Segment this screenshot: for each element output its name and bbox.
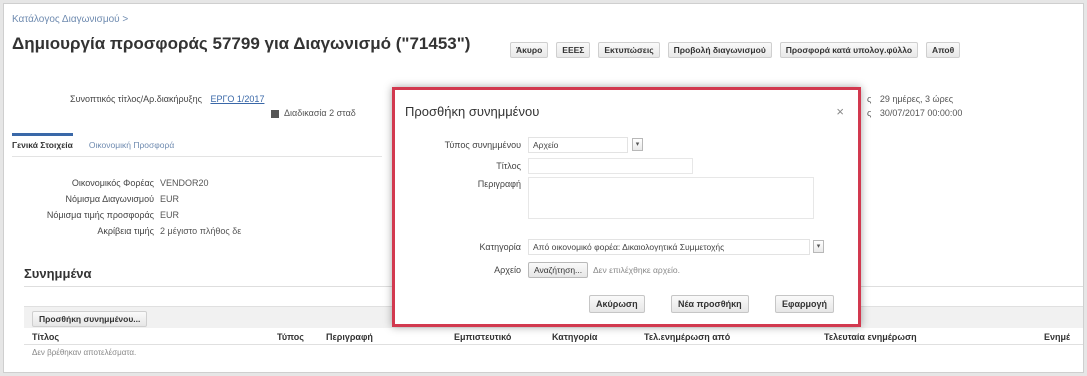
toolbar: Άκυρο ΕΕΕΣ Εκτυπώσεις Προβολή διαγωνισμο…	[510, 42, 961, 58]
field-value: EUR	[160, 210, 180, 220]
add-attachment-button[interactable]: Προσθήκη συνημμένου...	[32, 311, 148, 327]
summary-row: Συνοπτικός τίτλος/Αρ.διακήρυξης ΕΡΓΟ 1/2…	[70, 94, 264, 104]
tab-divider	[12, 156, 382, 157]
page-frame: Κατάλογος Διαγωνισμού > Δημιουργία προσφ…	[3, 3, 1084, 373]
attachments-table-header: Τίτλος Τύπος Περιγραφή Εμπιστευτικό Κατη…	[24, 329, 1083, 345]
summary-right-1-value: 29 ημέρες, 3 ώρες	[879, 94, 954, 104]
print-button[interactable]: Εκτυπώσεις	[598, 42, 660, 58]
col-description[interactable]: Περιγραφή	[326, 332, 373, 342]
type-label: Τύπος συνημμένου	[444, 140, 521, 150]
offer-spreadsheet-button[interactable]: Προσφορά κατά υπολογ.φύλλο	[779, 42, 919, 58]
field-vendor: Οικονομικός Φορέας VENDOR20	[12, 178, 209, 188]
browse-button[interactable]: Αναζήτηση...	[528, 262, 589, 278]
col-title[interactable]: Τίτλος	[32, 332, 59, 342]
add-new-button[interactable]: Νέα προσθήκη	[671, 295, 749, 313]
title-input[interactable]	[528, 158, 693, 174]
add-attachment-dialog: Προσθήκη συνημμένου × Τύπος συνημμένου Α…	[392, 87, 861, 327]
field-price-precision: Ακρίβεια τιμής 2 μέγιστο πλήθος δε	[12, 226, 241, 236]
dialog-title: Προσθήκη συνημμένου	[405, 104, 540, 119]
category-select[interactable]: Από οικονομικό φορέα: Δικαιολογητικά Συμ…	[528, 239, 810, 255]
summary-right-2: ς 30/07/2017 00:00:00	[867, 108, 962, 118]
summary-label: Συνοπτικός τίτλος/Αρ.διακήρυξης	[70, 94, 202, 104]
summary-right-2-label: ς	[867, 108, 872, 118]
description-textarea[interactable]	[528, 177, 814, 219]
close-icon[interactable]: ×	[836, 104, 844, 119]
summary-right-1-label: ς	[867, 94, 872, 104]
checkbox-icon[interactable]	[271, 109, 279, 118]
summary-link[interactable]: ΕΡΓΟ 1/2017	[210, 94, 264, 104]
title-label: Τίτλος	[496, 161, 521, 171]
field-label: Νόμισμα Διαγωνισμού	[65, 194, 154, 204]
chevron-down-icon[interactable]: ▾	[813, 240, 824, 253]
cancel-button[interactable]: Ακύρωση	[589, 295, 645, 313]
description-label: Περιγραφή	[477, 179, 521, 189]
breadcrumb[interactable]: Κατάλογος Διαγωνισμού >	[12, 14, 128, 25]
save-button[interactable]: Αποθ	[926, 42, 961, 58]
apply-button[interactable]: Εφαρμογή	[775, 295, 835, 313]
two-stage-label: Διαδικασία 2 σταδ	[284, 108, 356, 118]
cancel-toolbar-button[interactable]: Άκυρο	[510, 42, 549, 58]
view-tender-button[interactable]: Προβολή διαγωνισμού	[667, 42, 772, 58]
field-value: VENDOR20	[160, 178, 209, 188]
col-confidential[interactable]: Εμπιστευτικό	[454, 332, 511, 342]
col-last-updated-by[interactable]: Τελ.ενημέρωση από	[644, 332, 730, 342]
field-value: EUR	[160, 194, 180, 204]
col-category[interactable]: Κατηγορία	[552, 332, 597, 342]
field-offer-currency: Νόμισμα τιμής προσφοράς EUR	[12, 210, 179, 220]
two-stage-row: Διαδικασία 2 σταδ	[271, 108, 356, 118]
attachments-title: Συνημμένα	[24, 266, 92, 281]
attachment-type-select[interactable]: Αρχείο	[528, 137, 628, 153]
no-file-text: Δεν επιλέχθηκε αρχείο.	[593, 265, 680, 275]
col-update[interactable]: Ενημέ	[1044, 332, 1070, 342]
field-value: 2 μέγιστο πλήθος δε	[160, 226, 242, 236]
summary-right-1: ς 29 ημέρες, 3 ώρες	[867, 94, 953, 104]
col-last-updated[interactable]: Τελευταία ενημέρωση	[824, 332, 917, 342]
tab-financial-offer[interactable]: Οικονομική Προσφορά	[89, 140, 174, 154]
field-label: Νόμισμα τιμής προσφοράς	[46, 210, 154, 220]
col-type[interactable]: Τύπος	[277, 332, 304, 342]
page-title: Δημιουργία προσφοράς 57799 για Διαγωνισμ…	[12, 34, 471, 53]
eees-button[interactable]: ΕΕΕΣ	[556, 42, 591, 58]
tab-general[interactable]: Γενικά Στοιχεία	[12, 133, 73, 154]
field-label: Οικονομικός Φορέας	[71, 178, 154, 188]
field-tender-currency: Νόμισμα Διαγωνισμού EUR	[12, 194, 179, 204]
chevron-down-icon[interactable]: ▾	[632, 138, 643, 151]
summary-right-2-value: 30/07/2017 00:00:00	[879, 108, 963, 118]
empty-results: Δεν βρέθηκαν αποτελέσματα.	[32, 348, 137, 357]
category-label: Κατηγορία	[479, 242, 521, 252]
file-label: Αρχείο	[494, 265, 521, 275]
field-label: Ακρίβεια τιμής	[97, 226, 154, 236]
tab-bar: Γενικά Στοιχεία Οικονομική Προσφορά	[12, 133, 174, 154]
